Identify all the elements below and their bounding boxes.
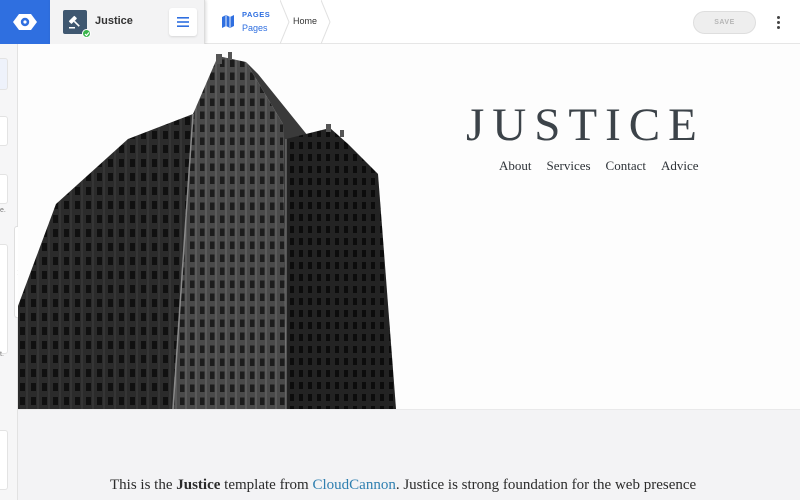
sidebar-field-help: e. xyxy=(0,207,6,214)
sidebar-field[interactable] xyxy=(0,116,8,146)
sidebar-field[interactable] xyxy=(0,244,8,354)
breadcrumb-section-label: Pages xyxy=(242,23,268,33)
intro-prefix: This is the xyxy=(110,477,177,493)
save-button[interactable]: SAVE xyxy=(693,11,756,34)
nav-link-advice[interactable]: Advice xyxy=(661,158,699,174)
site-nav: About Services Contact Advice xyxy=(499,158,699,174)
sidebar-field[interactable] xyxy=(0,174,8,204)
cloudcannon-logo-button[interactable] xyxy=(0,0,50,44)
kebab-dot-icon xyxy=(776,15,780,19)
breadcrumb-separator xyxy=(280,0,290,44)
intro-section: This is the Justice template from CloudC… xyxy=(18,409,800,500)
intro-paragraph: This is the Justice template from CloudC… xyxy=(110,477,696,494)
status-check-icon xyxy=(82,29,91,38)
nav-link-services[interactable]: Services xyxy=(547,158,591,174)
sidebar-field[interactable] xyxy=(0,58,8,90)
breadcrumb-pages[interactable]: PAGES Pages xyxy=(206,0,281,44)
cloudcannon-link[interactable]: CloudCannon xyxy=(312,477,395,493)
more-options-button[interactable] xyxy=(770,11,786,33)
kebab-dot-icon xyxy=(776,25,780,29)
intro-middle: template from xyxy=(220,477,313,493)
breadcrumb-page[interactable]: Home xyxy=(293,16,317,26)
hamburger-icon xyxy=(177,17,189,27)
hero-section: JUSTICE About Services Contact Advice xyxy=(18,44,800,409)
building-photo xyxy=(18,44,398,409)
site-preview: JUSTICE About Services Contact Advice Th… xyxy=(18,44,800,500)
sidebar-field[interactable] xyxy=(0,430,8,490)
menu-button[interactable] xyxy=(169,8,197,36)
cloudcannon-logo-icon xyxy=(13,14,37,30)
sidebar-field-help: t. xyxy=(0,351,4,358)
top-bar: Justice PAGES Pages Home SAVE xyxy=(0,0,800,44)
kebab-dot-icon xyxy=(776,20,780,24)
intro-template-name: Justice xyxy=(176,477,221,493)
site-switcher[interactable]: Justice xyxy=(50,0,205,44)
gavel-icon xyxy=(68,15,80,29)
nav-link-about[interactable]: About xyxy=(499,158,532,174)
breadcrumb-separator xyxy=(321,0,331,44)
breadcrumb-section-kicker: PAGES xyxy=(242,10,271,19)
map-icon xyxy=(222,15,234,28)
intro-suffix: . Justice is strong foundation for the w… xyxy=(395,477,697,493)
nav-link-contact[interactable]: Contact xyxy=(606,158,646,174)
hero-title: JUSTICE xyxy=(466,99,705,151)
site-name: Justice xyxy=(95,15,133,27)
